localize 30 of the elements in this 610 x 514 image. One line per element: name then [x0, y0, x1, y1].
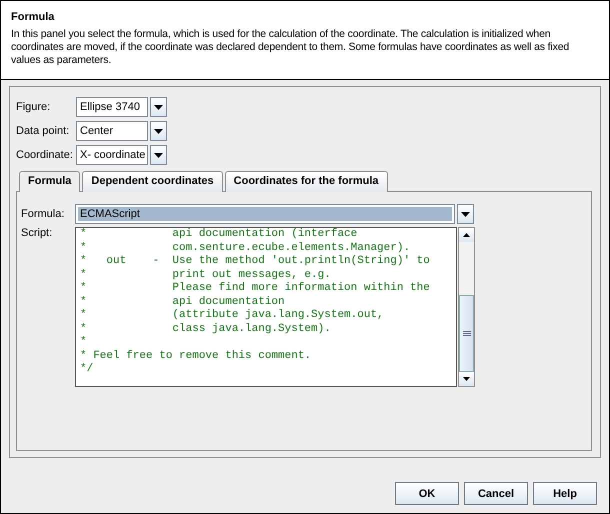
- panel-description: In this panel you select the formula, which is used for the calculation of the coordinate. The calculation is initialized when coordinates are moved, if the coordinate was declared dependent to them. Some formulas have coordinates as well as fixed values as parameters.: [11, 28, 570, 67]
- field-label: Data point:: [16, 125, 70, 137]
- dialog-button[interactable]: Cancel: [464, 482, 528, 505]
- field-label: Formula:: [21, 208, 66, 220]
- scroll-down-icon[interactable]: [463, 377, 470, 381]
- dropdown[interactable]: Center: [76, 121, 148, 141]
- dialog-button[interactable]: Help: [533, 482, 597, 505]
- dropdown-button[interactable]: [150, 145, 167, 165]
- scroll-up-icon[interactable]: [463, 233, 470, 237]
- caret-icon: [154, 152, 163, 158]
- dropdown-button[interactable]: [457, 204, 474, 224]
- caret-icon: [461, 212, 470, 216]
- field-label: Script:: [21, 227, 54, 239]
- grip-icon: [462, 330, 470, 336]
- scrollbar[interactable]: [458, 227, 475, 387]
- tab[interactable]: Dependent coordinates: [82, 171, 223, 192]
- dropdown[interactable]: X- coordinate: [76, 145, 148, 165]
- field-label: Figure:: [16, 101, 52, 113]
- field-label: Coordinate:: [16, 149, 74, 161]
- tab[interactable]: Coordinates for the formula: [224, 171, 388, 192]
- dropdown-button[interactable]: [150, 121, 167, 141]
- dropdown-button[interactable]: [150, 97, 167, 117]
- formula-dropdown[interactable]: ECMAScript: [75, 204, 455, 224]
- caret-icon: [154, 128, 163, 134]
- tab[interactable]: Formula: [19, 171, 80, 192]
- panel-title: Formula: [11, 11, 56, 23]
- dropdown[interactable]: Ellipse 3740: [76, 97, 148, 117]
- dialog-button[interactable]: OK: [395, 482, 459, 505]
- caret-icon: [154, 104, 163, 110]
- script-editor[interactable]: * api documentation (interface * com.senture.ecube.elements.Manager). * out - Use the method 'out.println(String)' to * print out messages, e.g. * Please find more information within the * api documentation * (attribute java.lang.System.out, * class java.lang.System). * * Feel free to remove this comment. */: [75, 227, 457, 387]
